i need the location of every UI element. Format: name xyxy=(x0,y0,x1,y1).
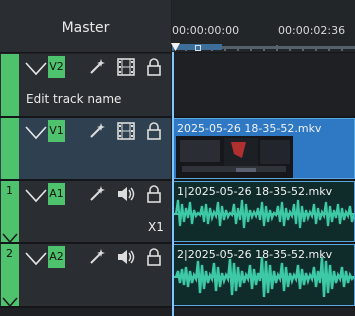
collapse-chevron-icon[interactable] xyxy=(25,61,47,80)
lock-icon[interactable] xyxy=(146,184,162,208)
collapse-chevron-icon[interactable] xyxy=(25,251,47,270)
clip-thumbnail xyxy=(176,136,293,178)
target-track-label[interactable]: X1 xyxy=(148,220,164,234)
lock-icon[interactable] xyxy=(146,57,162,81)
track-color-bar xyxy=(1,54,19,116)
zone-handle[interactable] xyxy=(195,45,201,51)
track-name-a1[interactable]: A1 xyxy=(48,183,65,205)
effects-wand-icon[interactable] xyxy=(88,185,106,207)
expand-chevron-icon[interactable] xyxy=(2,292,18,311)
film-icon[interactable] xyxy=(116,122,136,144)
playhead[interactable] xyxy=(172,52,174,316)
track-divider xyxy=(0,306,355,308)
speaker-icon[interactable] xyxy=(116,185,136,207)
collapse-chevron-icon[interactable] xyxy=(25,125,47,144)
track-name-v2[interactable]: V2 xyxy=(48,56,65,78)
audio-stream-index: 1 xyxy=(6,184,13,197)
video-clip[interactable]: 2025-05-26 18-35-52.mkv xyxy=(173,118,355,179)
effects-wand-icon[interactable] xyxy=(88,248,106,270)
effects-wand-icon[interactable] xyxy=(88,58,106,80)
track-color-bar xyxy=(1,118,19,179)
audio-clip-a2[interactable]: 2|2025-05-26 18-35-52.mkv xyxy=(173,244,355,306)
effects-wand-icon[interactable] xyxy=(88,122,106,144)
audio-stream-index: 2 xyxy=(6,247,13,260)
lock-icon[interactable] xyxy=(146,121,162,145)
film-icon[interactable] xyxy=(116,58,136,80)
clip-title: 1|2025-05-26 18-35-52.mkv xyxy=(177,185,333,198)
collapse-chevron-icon[interactable] xyxy=(25,188,47,207)
edit-track-name-tooltip: Edit track name xyxy=(26,92,122,106)
ruler-ticks xyxy=(172,36,355,51)
clip-title: 2|2025-05-26 18-35-52.mkv xyxy=(177,248,333,261)
speaker-icon[interactable] xyxy=(116,248,136,270)
master-label[interactable]: Master xyxy=(0,20,171,36)
track-name-v1[interactable]: V1 xyxy=(48,120,65,142)
track-name-a2[interactable]: A2 xyxy=(48,246,65,268)
track-lane-v2[interactable] xyxy=(172,54,355,116)
timeline-zone-track xyxy=(222,46,355,49)
lock-icon[interactable] xyxy=(146,247,162,271)
audio-clip-a1[interactable]: 1|2025-05-26 18-35-52.mkv xyxy=(173,181,355,242)
clip-title: 2025-05-26 18-35-52.mkv xyxy=(177,122,322,135)
